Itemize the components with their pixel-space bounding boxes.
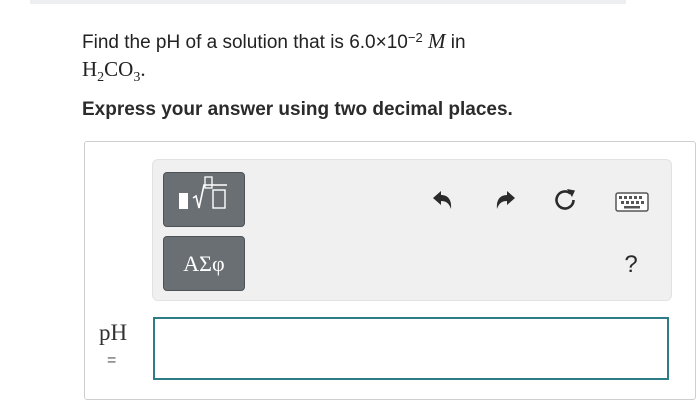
compound-formula: H2CO3. [82,57,146,86]
undo-arrow-icon [433,191,452,209]
question-exponent: −2 [407,30,423,45]
variable-label: pH [99,320,128,345]
reset-icon [555,189,575,210]
question-prefix: Find the pH of a solution that is 6.0×10 [82,32,408,53]
greek-symbols-button[interactable]: ΑΣφ [163,236,245,291]
templates-button[interactable] [163,172,245,227]
question-suffix: in [445,32,466,53]
equals-sign: = [107,352,117,369]
help-button[interactable]: ? [620,251,642,279]
redo-arrow-icon [496,191,515,209]
instruction-text: Express your answer using two decimal pl… [82,99,513,120]
question-line-1: Find the pH of a solution that is 6.0×10… [82,28,466,56]
keyboard-button[interactable] [614,191,650,213]
answer-input[interactable] [153,317,669,380]
keyboard-icon [615,192,649,212]
molarity-unit: M [427,29,446,53]
templates-icon [169,176,239,223]
question-text: Find the pH of a solution that is 6.0×10… [82,28,466,91]
reset-button[interactable] [551,186,579,214]
top-divider [30,0,626,4]
greek-symbols-label: ΑΣφ [183,250,225,276]
undo-button[interactable] [428,188,456,212]
redo-button[interactable] [492,188,520,212]
